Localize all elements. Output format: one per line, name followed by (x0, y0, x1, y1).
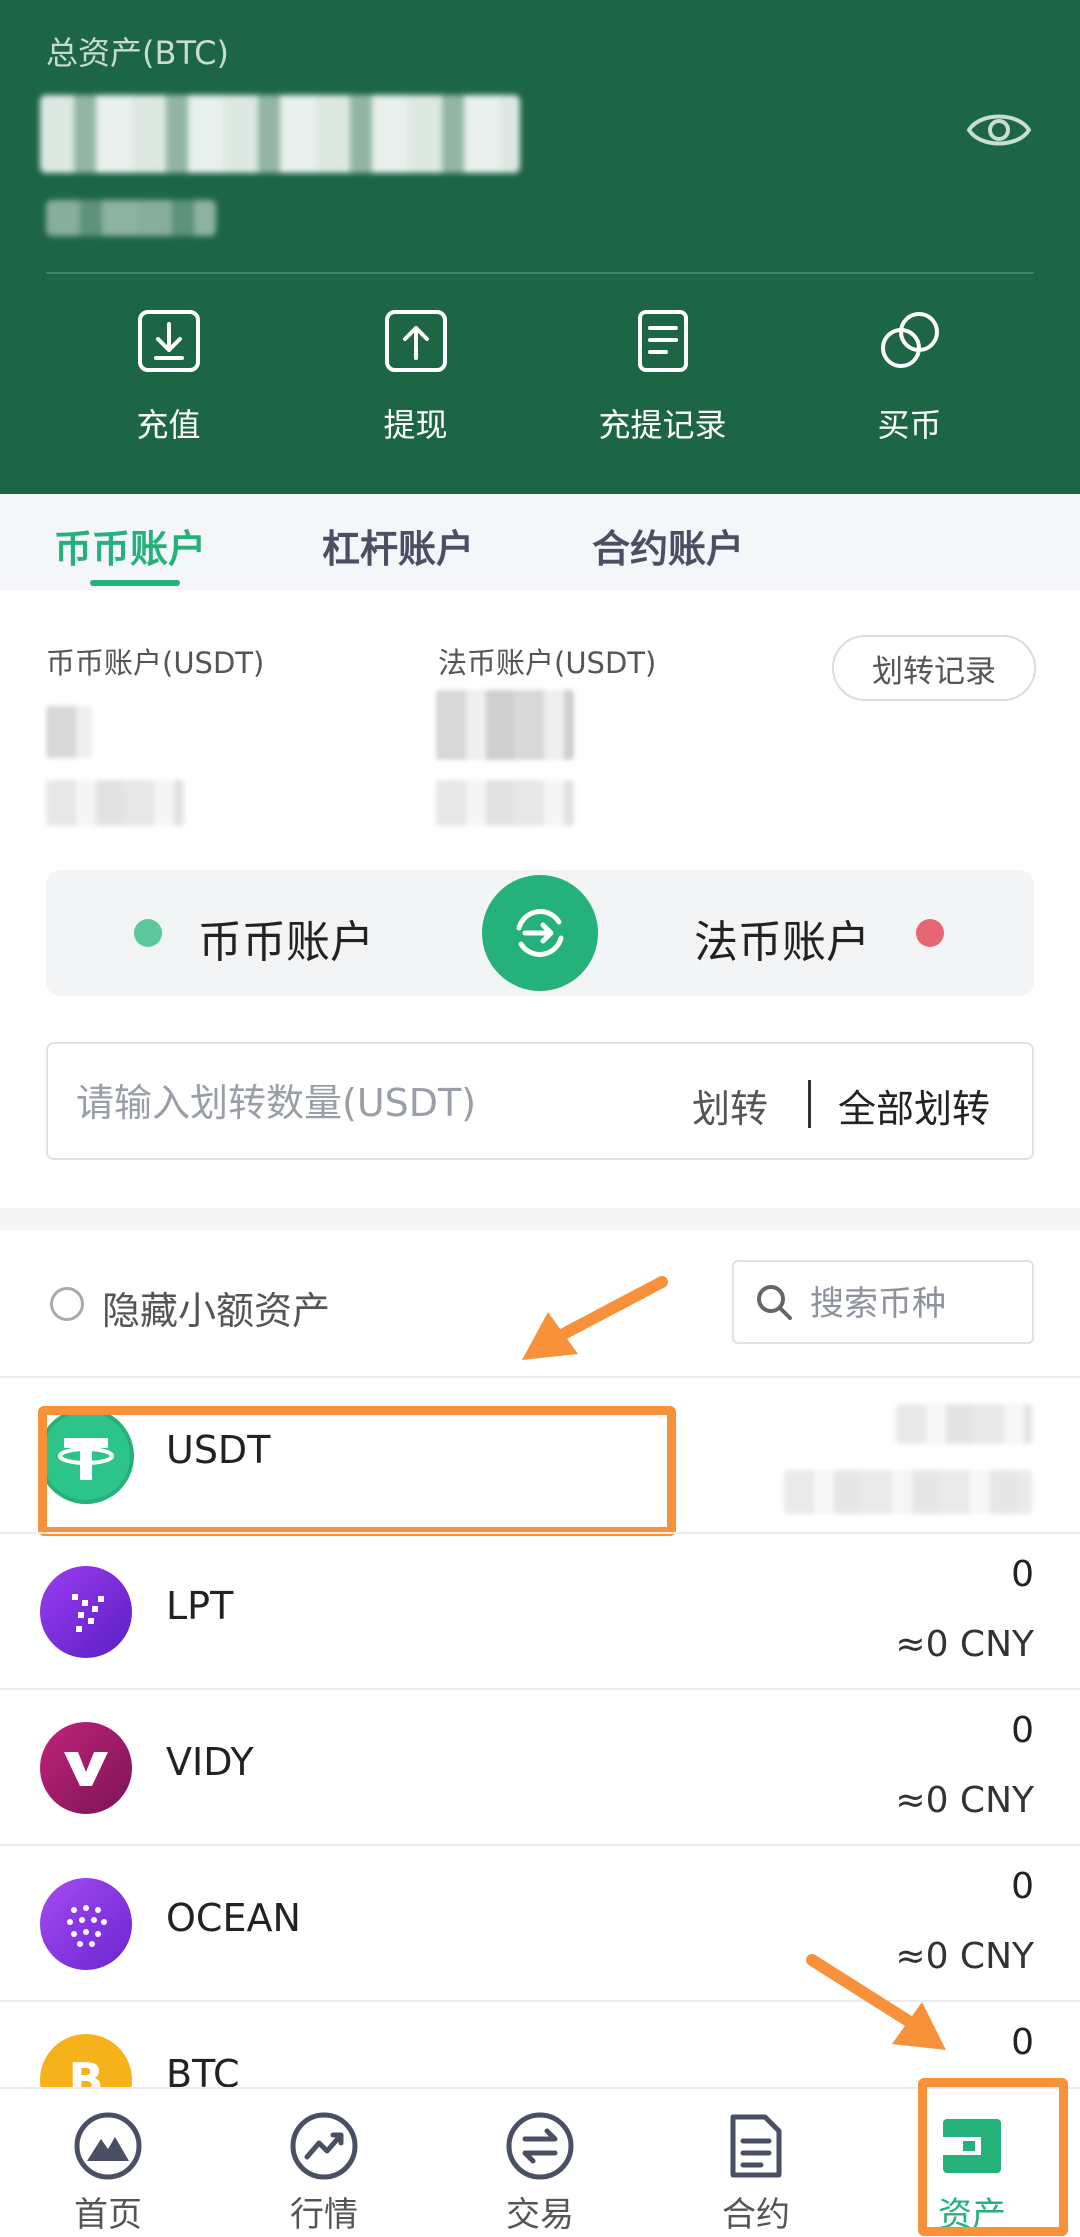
search-icon (757, 1285, 792, 1320)
coin-search-box (732, 1260, 1034, 1344)
to-account-label: 法币账户 (694, 917, 870, 968)
account-tabs: 币币账户 杠杆账户 合约账户 (0, 494, 1080, 590)
records-button[interactable]: 充提记录 (539, 300, 786, 470)
spot-balance-label: 币币账户(USDT) (46, 646, 265, 680)
nav-trade[interactable]: 交易 (432, 2089, 648, 2237)
nav-contract[interactable]: 合约 (648, 2089, 864, 2237)
vidy-logo-icon (38, 1720, 134, 1816)
nav-home-label: 首页 (74, 2195, 142, 2235)
annotation-arrow-icon (806, 1954, 946, 2050)
coin-name: OCEAN (166, 1896, 301, 1940)
deposit-button[interactable]: 充值 (45, 300, 292, 470)
tab-contract-account[interactable]: 合约账户 (592, 518, 744, 573)
fiat-balance-fiat-blurred (436, 780, 574, 826)
buy-coin-label: 买币 (877, 406, 942, 444)
records-icon (637, 310, 688, 372)
coin-name: VIDY (166, 1740, 254, 1784)
from-account-dot (134, 919, 162, 947)
eye-icon[interactable] (966, 104, 1032, 156)
coin-name: BTC (166, 2052, 240, 2087)
coin-cny-value: ≈0 CNY (895, 1780, 1034, 1821)
coin-amount: 0 (1011, 1554, 1034, 1595)
withdraw-label: 提现 (383, 406, 448, 444)
withdraw-icon (384, 310, 447, 372)
fiat-balance-label: 法币账户(USDT) (438, 646, 657, 680)
from-account-label: 币币账户 (198, 917, 374, 968)
tab-spot-account[interactable]: 币币账户 (54, 518, 206, 573)
nav-market[interactable]: 行情 (216, 2089, 432, 2237)
coin-row-vidy[interactable]: VIDY 0 ≈0 CNY (0, 1690, 1080, 1846)
coin-search-input[interactable] (810, 1280, 1022, 1328)
deposit-icon (137, 310, 200, 372)
transfer-record-button[interactable]: 划转记录 (832, 635, 1036, 701)
records-label: 充提记录 (598, 406, 727, 444)
spot-balance-fiat-blurred (46, 780, 184, 826)
total-assets-fiat-blurred (46, 200, 216, 236)
ocean-logo-icon (38, 1876, 134, 1972)
nav-market-label: 行情 (290, 2195, 358, 2235)
home-icon (74, 2112, 142, 2180)
total-assets-value-blurred (40, 95, 520, 173)
transfer-direction-panel: 币币账户 法币账户 (46, 870, 1034, 996)
hide-small-assets-label[interactable]: 隐藏小额资产 (102, 1280, 330, 1335)
coin-name: LPT (166, 1584, 234, 1628)
asset-header: 总资产(BTC) 充值 提现 充提记录 买币 (0, 0, 1080, 494)
swap-icon (516, 909, 564, 957)
annotation-arrow-icon (522, 1276, 668, 1360)
annotation-highlight-assets (918, 2078, 1068, 2236)
swap-direction-button[interactable] (482, 875, 598, 991)
hide-small-assets-radio[interactable] (50, 1287, 84, 1321)
quick-actions: 充值 提现 充提记录 买币 (0, 300, 1080, 470)
coin-row-lpt[interactable]: LPT 0 ≈0 CNY (0, 1534, 1080, 1690)
coin-cny-value: ≈0 CNY (895, 1624, 1034, 1665)
total-assets-label: 总资产(BTC) (46, 34, 229, 72)
transfer-amount-input[interactable] (76, 1074, 676, 1132)
deposit-label: 充值 (136, 406, 201, 444)
nav-contract-label: 合约 (722, 2195, 790, 2235)
nav-trade-label: 交易 (506, 2195, 574, 2235)
contract-icon (730, 2114, 782, 2178)
coin-amount-blurred (896, 1404, 1032, 1444)
trade-icon (506, 2112, 574, 2180)
lpt-logo-icon (38, 1564, 134, 1660)
svg-text:B: B (68, 2053, 103, 2087)
coin-cny-blurred (784, 1470, 1032, 1514)
active-tab-indicator (90, 580, 180, 586)
transfer-separator (808, 1080, 811, 1128)
coin-amount: 0 (1011, 1866, 1034, 1907)
fiat-balance-blurred (436, 690, 574, 760)
annotation-highlight-usdt (38, 1406, 676, 1536)
withdraw-button[interactable]: 提现 (292, 300, 539, 470)
nav-home[interactable]: 首页 (0, 2089, 216, 2237)
coin-amount: 0 (1011, 1710, 1034, 1751)
transfer-amount-field: 划转 全部划转 (46, 1042, 1034, 1160)
transfer-button[interactable]: 划转 (692, 1078, 768, 1133)
btc-logo-icon: B (38, 2032, 134, 2087)
coin-amount: 0 (1011, 2022, 1034, 2063)
section-gap (0, 1208, 1080, 1230)
tab-margin-account[interactable]: 杠杆账户 (322, 518, 474, 573)
spot-balance-blurred (46, 706, 92, 758)
market-icon (290, 2112, 358, 2180)
transfer-all-button[interactable]: 全部划转 (838, 1078, 990, 1133)
buy-coin-icon (880, 312, 939, 368)
buy-coin-button[interactable]: 买币 (786, 300, 1033, 470)
header-divider (46, 272, 1034, 274)
to-account-dot (916, 919, 944, 947)
